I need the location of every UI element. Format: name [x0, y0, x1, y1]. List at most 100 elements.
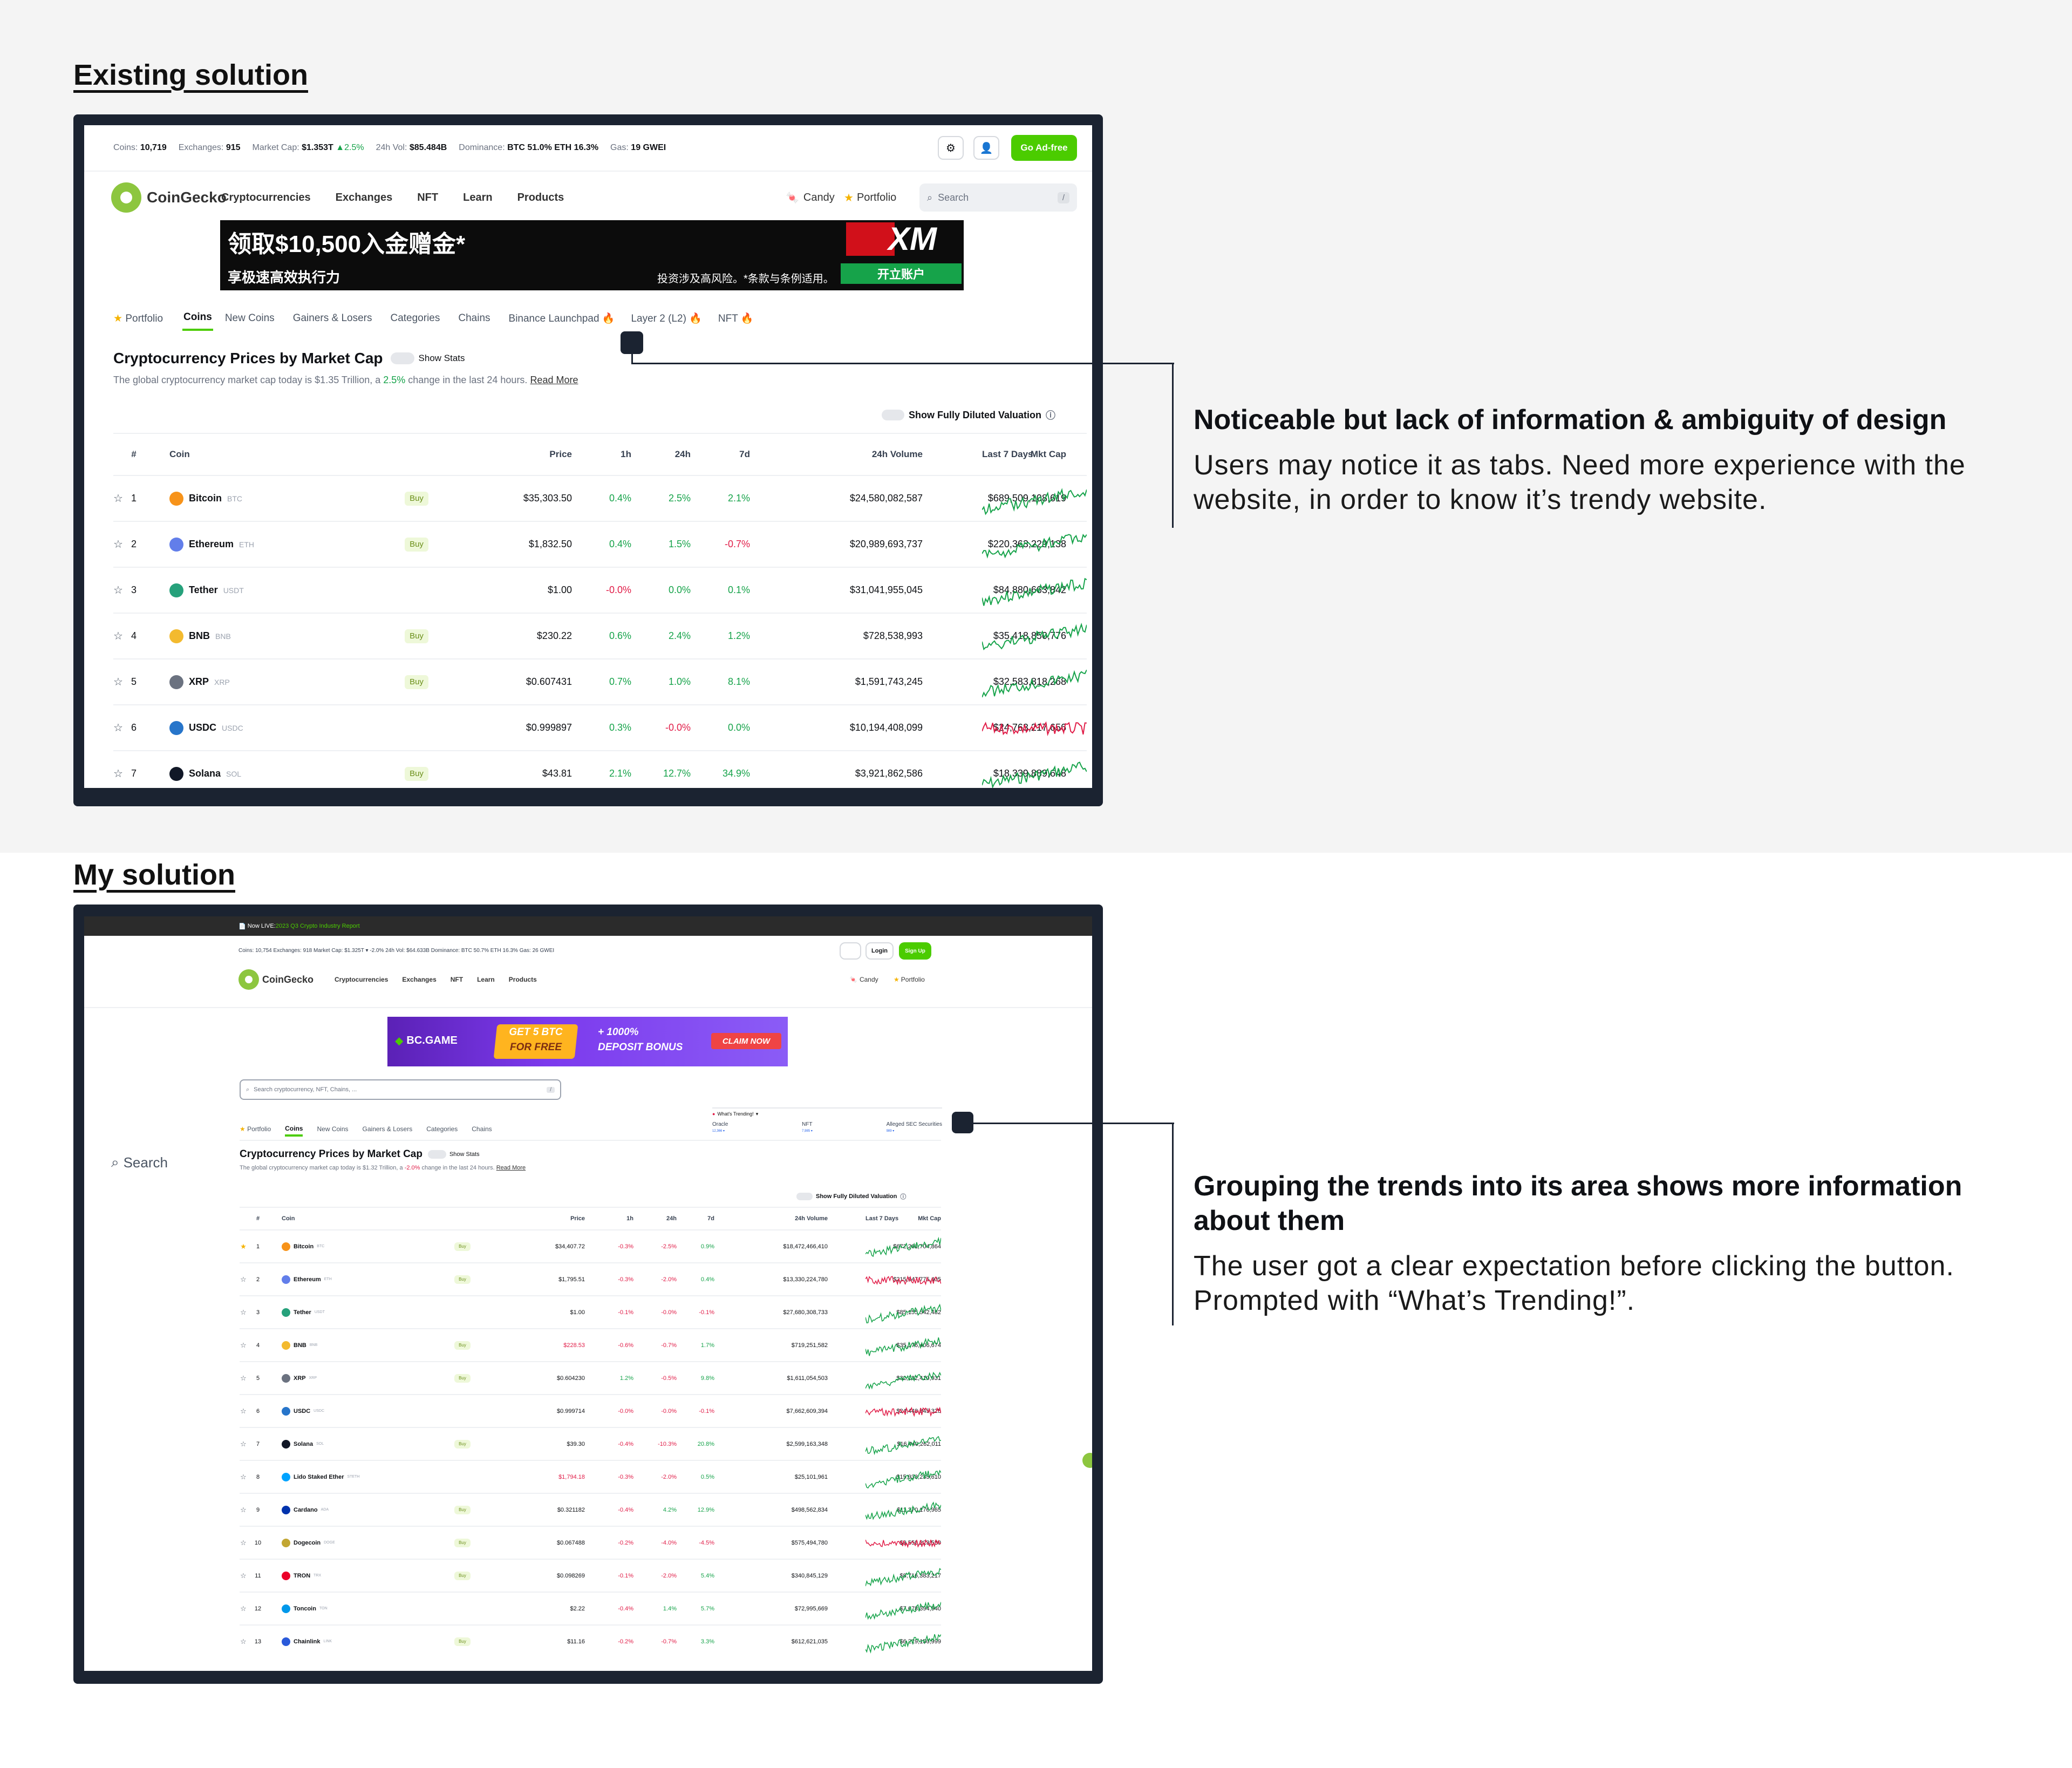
buy-button[interactable]: Buy	[454, 1637, 471, 1646]
column-header[interactable]: 24h Volume	[755, 434, 923, 475]
column-header[interactable]: 7d	[696, 434, 750, 475]
table-row[interactable]: ☆ 9 Cardano ADA Buy $0.321182 -0.4% 4.2% 12.9% $4…	[240, 1493, 941, 1526]
tab-chains[interactable]: Chains	[458, 312, 490, 330]
signup-button[interactable]: Sign Up	[899, 942, 931, 960]
coin-name-cell[interactable]: Solana SOL	[282, 1439, 324, 1449]
favorite-star-icon[interactable]: ☆	[113, 568, 123, 613]
tab-gainers-losers[interactable]: Gainers & Losers	[293, 312, 372, 330]
tab-gainers-losers[interactable]: Gainers & Losers	[363, 1125, 413, 1136]
favorite-star-icon[interactable]: ☆	[240, 1395, 247, 1427]
table-row[interactable]: ☆ 5 XRP XRP Buy $0.604230 1.2% -0.5% 9.8% $1,611,…	[240, 1361, 941, 1394]
settings-gear-icon[interactable]: ⚙	[938, 136, 964, 160]
ad-cta-button[interactable]: CLAIM NOW	[711, 1033, 781, 1049]
nav-cryptocurrencies[interactable]: Cryptocurrencies	[335, 976, 388, 983]
coin-name-cell[interactable]: Bitcoin BTC	[169, 491, 242, 506]
coin-name-cell[interactable]: Ethereum ETH	[169, 537, 254, 552]
portfolio-link[interactable]: ★ Portfolio	[844, 175, 896, 220]
coin-name-cell[interactable]: Bitcoin BTC	[282, 1242, 324, 1251]
coin-name-cell[interactable]: Chainlink LINK	[282, 1637, 332, 1646]
table-row[interactable]: ☆ 12 Toncoin TON $2.22 -0.4% 1.4% 5.7% $72,995,6…	[240, 1592, 941, 1624]
table-row[interactable]: ☆ 2 Ethereum ETH Buy $1,795.51 -0.3% -2.0% 0.4% $…	[240, 1262, 941, 1295]
favorite-star-icon[interactable]: ★	[240, 1230, 247, 1262]
favorite-star-icon[interactable]: ☆	[113, 614, 123, 658]
table-row[interactable]: ☆ 3 Tether USDT $1.00 -0.0% 0.0% 0.1% $31,041,95…	[113, 567, 1087, 613]
tab-portfolio[interactable]: ★ Portfolio	[113, 312, 171, 330]
coin-name-cell[interactable]: Ethereum ETH	[282, 1275, 332, 1284]
table-row[interactable]: ☆ 4 BNB BNB Buy $230.22 0.6% 2.4% 1.2% $728,538,9…	[113, 613, 1087, 658]
column-header[interactable]: Price	[504, 1208, 585, 1229]
buy-button[interactable]: Buy	[454, 1242, 471, 1251]
user-account-icon[interactable]: 👤	[973, 136, 999, 160]
fdv-toggle[interactable]	[882, 410, 904, 420]
favorite-star-icon[interactable]: ☆	[113, 476, 123, 521]
sidebar-search[interactable]: ⌕ Search	[111, 1154, 168, 1171]
nav-exchanges[interactable]: Exchanges	[336, 192, 393, 204]
brand-logo[interactable]: CoinGecko	[111, 175, 227, 220]
trending-item[interactable]: Alleged SEC Securities 989 ▾	[887, 1121, 942, 1134]
coin-name-cell[interactable]: Tether USDT	[282, 1308, 325, 1317]
trending-item[interactable]: NFT 7,985 ▾	[802, 1121, 813, 1134]
favorite-star-icon[interactable]: ☆	[113, 522, 123, 567]
coin-name-cell[interactable]: Solana SOL	[169, 766, 241, 781]
table-row[interactable]: ☆ 8 Lido Staked Ether STETH $1,794.18 -0.3% -2…	[240, 1460, 941, 1493]
coin-name-cell[interactable]: BNB BNB	[169, 629, 231, 643]
coin-name-cell[interactable]: Cardano ADA	[282, 1505, 329, 1514]
theme-toggle-icon[interactable]	[840, 942, 861, 960]
login-button[interactable]: Login	[865, 942, 894, 960]
tab-categories[interactable]: Categories	[390, 312, 440, 330]
buy-button[interactable]: Buy	[405, 629, 428, 643]
tab-chains[interactable]: Chains	[472, 1125, 492, 1136]
favorite-star-icon[interactable]: ☆	[113, 751, 123, 788]
favorite-star-icon[interactable]: ☆	[240, 1296, 247, 1328]
column-header[interactable]: Last 7 Days	[865, 1208, 941, 1229]
favorite-star-icon[interactable]: ☆	[113, 659, 123, 704]
nav-nft[interactable]: NFT	[451, 976, 463, 983]
coin-name-cell[interactable]: TRON TRX	[282, 1571, 321, 1580]
show-stats-toggle[interactable]	[427, 1150, 446, 1159]
favorite-star-icon[interactable]: ☆	[113, 705, 123, 750]
table-row[interactable]: ☆ 13 Chainlink LINK Buy $11.16 -0.2% -0.7% 3.3% $…	[240, 1624, 941, 1657]
candy-link[interactable]: 🍬 Candy	[849, 967, 878, 992]
nav-learn[interactable]: Learn	[477, 976, 495, 983]
show-stats-toggle[interactable]	[390, 352, 414, 364]
buy-button[interactable]: Buy	[454, 1439, 471, 1449]
coin-name-cell[interactable]: Dogecoin DOGE	[282, 1538, 335, 1547]
brand-logo[interactable]: CoinGecko	[238, 967, 313, 992]
column-header[interactable]: #	[124, 434, 144, 475]
column-header[interactable]: Last 7 Days	[982, 434, 1087, 475]
buy-button[interactable]: Buy	[405, 491, 428, 506]
portfolio-link[interactable]: ★ Portfolio	[894, 967, 925, 992]
column-header[interactable]: #	[251, 1208, 264, 1229]
read-more-link[interactable]: Read More	[530, 375, 578, 385]
trending-item[interactable]: Oracle 12,366 ▾	[712, 1121, 728, 1134]
table-row[interactable]: ☆ 4 BNB BNB Buy $228.53 -0.6% -0.7% 1.7% $719,251…	[240, 1328, 941, 1361]
column-header[interactable]: 1h	[577, 434, 631, 475]
table-row[interactable]: ☆ 3 Tether USDT $1.00 -0.1% -0.0% -0.1% $27,680,…	[240, 1295, 941, 1328]
tab-coins[interactable]: Coins	[285, 1125, 303, 1137]
read-more-link[interactable]: Read More	[496, 1165, 526, 1171]
buy-button[interactable]: Buy	[454, 1275, 471, 1284]
buy-button[interactable]: Buy	[405, 766, 428, 781]
tab-new-coins[interactable]: New Coins	[317, 1125, 348, 1136]
coin-name-cell[interactable]: XRP XRP	[169, 675, 230, 689]
table-row[interactable]: ☆ 7 Solana SOL Buy $43.81 2.1% 12.7% 34.9% $3,921…	[113, 750, 1087, 788]
announcement-link[interactable]: 2023 Q3 Crypto Industry Report	[276, 923, 360, 929]
column-header[interactable]: 7d	[671, 1208, 714, 1229]
coin-name-cell[interactable]: USDC USDC	[169, 720, 243, 735]
buy-button[interactable]: Buy	[405, 537, 428, 552]
coin-name-cell[interactable]: Lido Staked Ether STETH	[282, 1472, 359, 1481]
buy-button[interactable]: Buy	[454, 1373, 471, 1383]
table-row[interactable]: ☆ 2 Ethereum ETH Buy $1,832.50 0.4% 1.5% -0.7% $2…	[113, 521, 1087, 567]
tab-categories[interactable]: Categories	[426, 1125, 458, 1136]
fdv-toggle-row[interactable]: Show Fully Diluted Valuation ⓘ	[882, 406, 1055, 424]
column-header[interactable]: 24h Volume	[725, 1208, 828, 1229]
buy-button[interactable]: Buy	[405, 675, 428, 689]
table-row[interactable]: ☆ 11 TRON TRX Buy $0.098269 -0.1% -2.0% 5.4% $340…	[240, 1559, 941, 1592]
column-header[interactable]: Coin	[169, 434, 331, 475]
coin-name-cell[interactable]: USDC USDC	[282, 1406, 324, 1416]
coin-name-cell[interactable]: BNB BNB	[282, 1341, 317, 1350]
buy-button[interactable]: Buy	[454, 1571, 471, 1580]
candy-link[interactable]: 🍬 Candy	[786, 175, 835, 220]
nav-cryptocurrencies[interactable]: Cryptocurrencies	[221, 192, 311, 204]
whats-trending-widget[interactable]: ● What's Trending! ▾ Oracle 12,366 ▾ NFT 7,98…	[712, 1107, 942, 1143]
